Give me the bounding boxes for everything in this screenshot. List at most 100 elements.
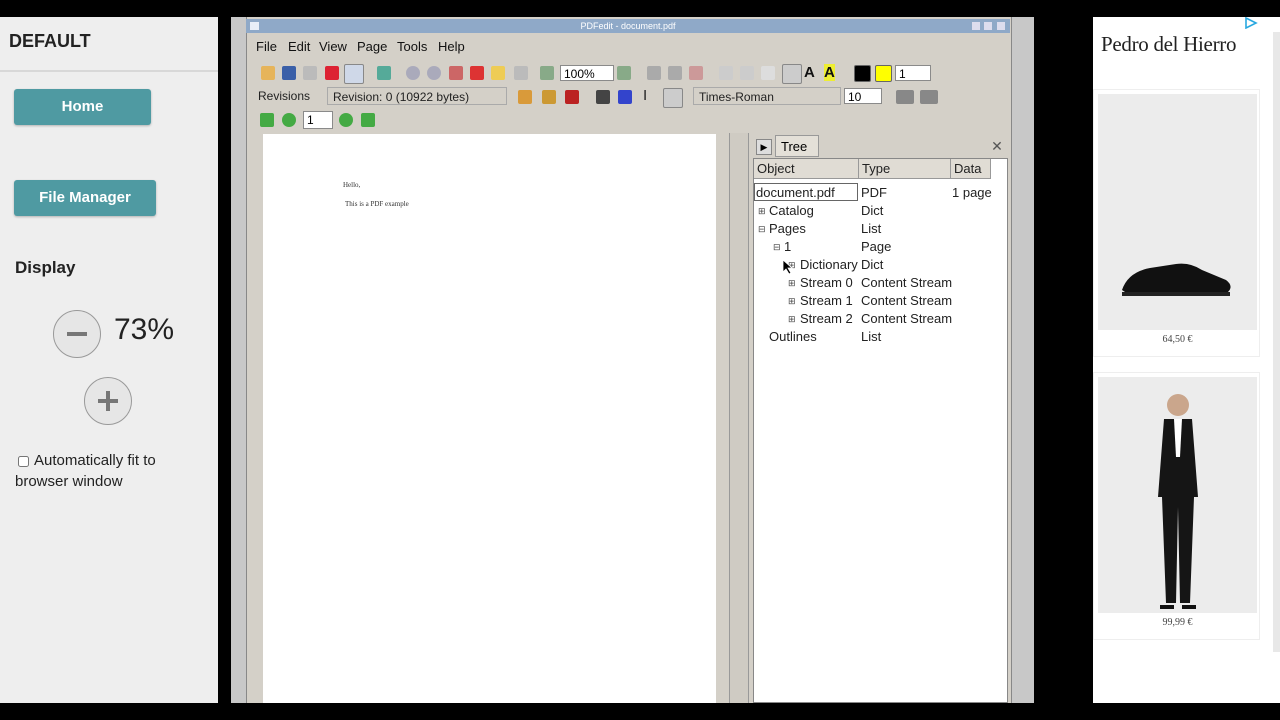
tree-row-object: Outlines <box>769 329 817 344</box>
select-object-icon[interactable] <box>618 90 632 104</box>
product-image-shoe[interactable] <box>1098 94 1257 330</box>
tree-row-type: Content Stream <box>861 275 953 290</box>
menu-edit[interactable]: Edit <box>288 39 310 54</box>
arrow-tool-icon[interactable] <box>740 66 754 80</box>
tree-row[interactable]: ⊞ Catalog Dict <box>754 202 1009 220</box>
page-number-input[interactable]: 1 <box>303 111 333 129</box>
tree-row[interactable]: document.pdf PDF 1 page <box>754 183 1009 202</box>
pen-icon[interactable] <box>518 90 532 104</box>
text-outline-icon[interactable]: A <box>804 64 815 81</box>
auto-fit-checkbox[interactable] <box>18 455 29 467</box>
expand-arrow-icon[interactable]: ▶ <box>756 139 772 155</box>
tree-row-object: 1 <box>784 239 792 254</box>
select-icon[interactable] <box>596 90 610 104</box>
file-manager-button[interactable]: File Manager <box>14 180 156 216</box>
tree-row[interactable]: Outlines List <box>754 328 1009 346</box>
tree-row-type: Dict <box>861 257 884 272</box>
zoom-out-button[interactable] <box>53 310 101 358</box>
minimize-icon[interactable] <box>972 22 980 30</box>
edit-icon[interactable] <box>303 66 317 80</box>
tag-icon[interactable] <box>542 90 556 104</box>
tab-tree[interactable]: Tree <box>775 135 819 157</box>
product-card[interactable]: 64,50 € <box>1093 89 1260 357</box>
tree-row-object: Stream 0 <box>800 275 853 290</box>
page-insert-icon[interactable] <box>647 66 661 80</box>
tree-row[interactable]: ⊟ 1 Page <box>754 238 1009 256</box>
tree-row[interactable]: ⊟ Pages List <box>754 220 1009 238</box>
font-select[interactable]: Times-Roman <box>693 87 841 105</box>
navigation-toolbar: 1 <box>251 109 995 131</box>
page-delete-icon[interactable] <box>668 66 682 80</box>
save-icon[interactable] <box>282 66 296 80</box>
print-icon[interactable] <box>344 64 364 84</box>
apply-all-icon[interactable] <box>920 90 938 104</box>
delete-icon[interactable] <box>470 66 484 80</box>
tree-row[interactable]: ⊞ Stream 0 Content Stream <box>754 274 1009 292</box>
pointer-icon[interactable] <box>663 88 683 108</box>
fill-color-swatch[interactable] <box>875 65 892 82</box>
zoom-in-button[interactable] <box>84 377 132 425</box>
rect-tool-icon[interactable] <box>761 66 775 80</box>
panel-splitter[interactable] <box>729 133 749 703</box>
text-cursor-icon[interactable]: I <box>643 87 647 104</box>
redo-icon[interactable] <box>427 66 441 80</box>
revision-select[interactable]: Revision: 0 (10922 bytes) <box>327 87 507 105</box>
main-toolbar: 100% A A 1 <box>251 62 995 84</box>
page-move-icon[interactable] <box>689 66 703 80</box>
close-document-icon[interactable] <box>325 66 339 80</box>
lock-icon[interactable] <box>514 66 528 80</box>
line-width-input[interactable]: 1 <box>895 65 931 81</box>
star-icon[interactable] <box>491 66 505 80</box>
font-size-input[interactable]: 10 <box>844 88 882 104</box>
auto-fit-label: Automatically fit to browser window <box>15 452 156 490</box>
tree-row[interactable]: ⊞ Stream 1 Content Stream <box>754 292 1009 310</box>
next-page-icon[interactable] <box>339 113 353 127</box>
expand-icon[interactable]: ⊞ <box>758 202 766 220</box>
revision-toolbar: Revisions Revision: 0 (10922 bytes) I Ti… <box>251 86 995 108</box>
expand-icon[interactable]: ⊞ <box>788 310 796 328</box>
books-icon[interactable] <box>565 90 579 104</box>
column-header-object[interactable]: Object <box>754 159 859 179</box>
menu-file[interactable]: File <box>256 39 277 54</box>
close-icon[interactable] <box>997 22 1005 30</box>
home-button[interactable]: Home <box>14 89 151 125</box>
line-tool-icon[interactable] <box>719 66 733 80</box>
menu-view[interactable]: View <box>319 39 347 54</box>
prev-page-icon[interactable] <box>282 113 296 127</box>
maximize-icon[interactable] <box>984 22 992 30</box>
text-highlight-icon[interactable]: A <box>824 64 835 81</box>
ad-panel[interactable]: Pedro del Hierro 64,50 € 99,99 € <box>1093 17 1280 703</box>
expand-icon[interactable]: ⊞ <box>788 274 796 292</box>
stroke-color-swatch[interactable] <box>854 65 871 82</box>
zoom-tool-icon[interactable] <box>540 66 554 80</box>
ad-choices-icon[interactable] <box>1244 17 1258 29</box>
column-header-data[interactable]: Data <box>951 159 991 179</box>
last-page-icon[interactable] <box>361 113 375 127</box>
reload-icon[interactable] <box>377 66 391 80</box>
mouse-cursor-icon <box>782 259 794 275</box>
fit-width-icon[interactable] <box>617 66 631 80</box>
menu-page[interactable]: Page <box>357 39 387 54</box>
first-page-icon[interactable] <box>260 113 274 127</box>
close-panel-icon[interactable]: ✕ <box>989 138 1005 154</box>
product-image-suit[interactable] <box>1098 377 1257 613</box>
expand-icon[interactable]: ⊞ <box>788 292 796 310</box>
apply-font-icon[interactable] <box>896 90 914 104</box>
hand-tool-icon[interactable] <box>782 64 802 84</box>
tree-row[interactable]: ⊞ Stream 2 Content Stream <box>754 310 1009 328</box>
product-card[interactable]: 99,99 € <box>1093 372 1260 640</box>
menu-tools[interactable]: Tools <box>397 39 427 54</box>
zoom-input[interactable]: 100% <box>560 65 614 81</box>
app-menu-icon[interactable] <box>250 22 259 30</box>
menu-help[interactable]: Help <box>438 39 465 54</box>
open-icon[interactable] <box>261 66 275 80</box>
tree-row-data: 1 page <box>952 185 992 200</box>
ad-brand[interactable]: Pedro del Hierro <box>1101 32 1236 57</box>
window-titlebar[interactable]: PDFedit - document.pdf <box>246 19 1010 33</box>
undo-icon[interactable] <box>406 66 420 80</box>
pdf-page-view[interactable]: Hello, This is a PDF example <box>263 134 716 703</box>
insert-icon[interactable] <box>449 66 463 80</box>
column-header-type[interactable]: Type <box>859 159 951 179</box>
collapse-icon[interactable]: ⊟ <box>758 220 766 238</box>
collapse-icon[interactable]: ⊟ <box>773 238 781 256</box>
